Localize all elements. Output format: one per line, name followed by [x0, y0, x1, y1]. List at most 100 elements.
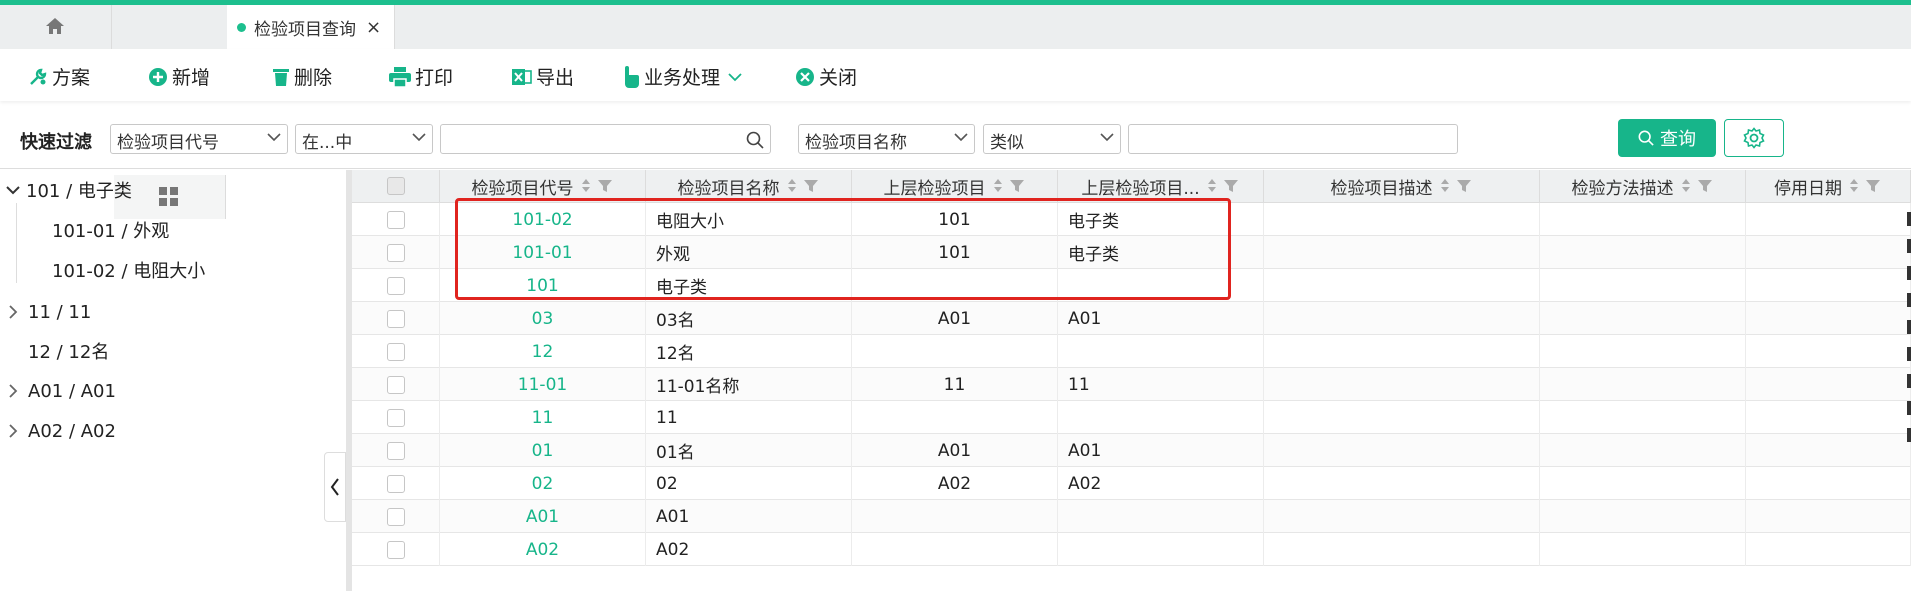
row-checkbox[interactable] [386, 243, 405, 262]
chevron-right-icon [9, 305, 18, 319]
chevron-left-icon [330, 478, 339, 496]
edge-marker [1907, 266, 1911, 280]
add-button[interactable]: 新增 [148, 63, 210, 90]
row-checkbox[interactable] [386, 408, 405, 427]
chevron-right-icon [9, 384, 18, 398]
plus-circle-icon [149, 67, 167, 86]
table-row[interactable]: 03 03名 A01 A01 [352, 302, 1911, 335]
table-row[interactable]: 11 11 [352, 401, 1911, 434]
item-code-link[interactable]: 03 [440, 302, 646, 335]
quick-filter-label: 快速过滤 [20, 132, 92, 153]
tab-label: 检验项目查询 [254, 19, 356, 40]
item-desc [1264, 467, 1540, 500]
row-checkbox[interactable] [386, 441, 405, 460]
item-name: A01 [646, 500, 852, 533]
table-row[interactable]: 11-01 11-01名称 11 11 [352, 368, 1911, 401]
close-button[interactable]: 关闭 [795, 63, 857, 90]
tree-node-11[interactable]: 11 / 11 [8, 297, 91, 327]
item-code-link[interactable]: 02 [440, 467, 646, 500]
close-circle-icon [796, 67, 814, 86]
tree-node-label: 101 / 电子类 [26, 181, 132, 202]
scheme-button[interactable]: 方案 [28, 63, 90, 90]
disabled-date [1746, 500, 1911, 533]
filter-value2-input[interactable] [1128, 124, 1458, 154]
disabled-date [1746, 533, 1911, 566]
row-checkbox[interactable] [386, 507, 405, 526]
tab-home[interactable] [0, 5, 112, 49]
row-checkbox[interactable] [386, 540, 405, 559]
row-checkbox[interactable] [386, 276, 405, 295]
chevron-right-icon [9, 424, 18, 438]
edge-marker [1907, 401, 1911, 415]
row-checkbox[interactable] [386, 342, 405, 361]
collapse-panel-button[interactable] [324, 452, 346, 522]
active-dot-icon [237, 22, 246, 32]
sort-filter-icon[interactable] [1439, 177, 1473, 195]
row-checkbox-cell [352, 335, 440, 368]
table-row[interactable]: A01 A01 [352, 500, 1911, 533]
delete-button[interactable]: 删除 [272, 63, 332, 90]
table-row[interactable]: A02 A02 [352, 533, 1911, 566]
table-row[interactable]: 12 12名 [352, 335, 1911, 368]
table-row[interactable]: 01 01名 A01 A01 [352, 434, 1911, 467]
item-code-link[interactable]: 01 [440, 434, 646, 467]
row-checkbox[interactable] [386, 375, 405, 394]
disabled-date [1746, 269, 1911, 302]
item-code-link[interactable]: 12 [440, 335, 646, 368]
row-checkbox-cell [352, 236, 440, 269]
tree-node-A01[interactable]: A01 / A01 [8, 376, 116, 406]
sort-filter-icon[interactable] [1680, 177, 1714, 195]
settings-button[interactable] [1724, 119, 1784, 157]
column-header[interactable]: 停用日期 [1746, 170, 1911, 202]
select-all-checkbox[interactable] [386, 177, 405, 195]
item-desc [1264, 368, 1540, 401]
filter-op1-select[interactable]: 在...中 [295, 124, 433, 154]
row-checkbox[interactable] [386, 210, 405, 229]
chevron-down-icon [954, 133, 968, 142]
item-desc [1264, 203, 1540, 236]
method-desc [1540, 269, 1746, 302]
sort-filter-icon[interactable] [786, 177, 820, 195]
tree-node-101-02[interactable]: 101-02 / 电阻大小 [52, 255, 205, 285]
sort-filter-icon[interactable] [1206, 177, 1240, 195]
tab-close-icon[interactable]: × [366, 17, 381, 38]
sort-filter-icon[interactable] [580, 177, 614, 195]
tab-inspection-query[interactable]: 检验项目查询 × [227, 5, 395, 49]
business-dropdown[interactable]: 业务处理 [622, 63, 746, 90]
print-button[interactable]: 打印 [389, 63, 453, 90]
column-header[interactable]: 检验方法描述 [1540, 170, 1746, 202]
filter-field1-select[interactable]: 检验项目代号 [110, 124, 288, 154]
row-checkbox[interactable] [386, 309, 405, 328]
filter-field2-select[interactable]: 检验项目名称 [798, 124, 975, 154]
item-desc [1264, 434, 1540, 467]
item-code-link[interactable]: A02 [440, 533, 646, 566]
header-select-all[interactable] [352, 170, 440, 202]
table-row[interactable]: 02 02 A02 A02 [352, 467, 1911, 500]
export-button[interactable]: 导出 [512, 63, 574, 90]
search-icon [1638, 130, 1654, 146]
scheme-label: 方案 [52, 67, 91, 89]
row-checkbox[interactable] [386, 474, 405, 493]
parent-code: A01 [852, 434, 1058, 467]
tree-node-101[interactable]: 101 / 电子类 [6, 175, 132, 205]
query-button[interactable]: 查询 [1618, 119, 1716, 157]
column-header[interactable]: 检验项目描述 [1264, 170, 1540, 202]
tree-node-A02[interactable]: A02 / A02 [8, 416, 116, 446]
row-checkbox-cell [352, 368, 440, 401]
tree-node-label: 101-02 / 电阻大小 [52, 261, 206, 282]
filter-value1-input[interactable] [440, 124, 771, 154]
filter-op2-select[interactable]: 类似 [983, 124, 1121, 154]
edge-marker [1907, 239, 1911, 253]
method-desc [1540, 401, 1746, 434]
tree-node-12[interactable]: 12 / 12名 [28, 336, 109, 366]
edge-marker [1907, 212, 1911, 226]
search-icon[interactable] [746, 131, 764, 149]
sort-filter-icon[interactable] [1848, 177, 1882, 195]
tree-node-101-01[interactable]: 101-01 / 外观 [52, 215, 169, 245]
item-code-link[interactable]: 11-01 [440, 368, 646, 401]
sort-filter-icon[interactable] [992, 177, 1026, 195]
item-name: A02 [646, 533, 852, 566]
trash-icon [273, 68, 289, 86]
item-code-link[interactable]: A01 [440, 500, 646, 533]
item-code-link[interactable]: 11 [440, 401, 646, 434]
